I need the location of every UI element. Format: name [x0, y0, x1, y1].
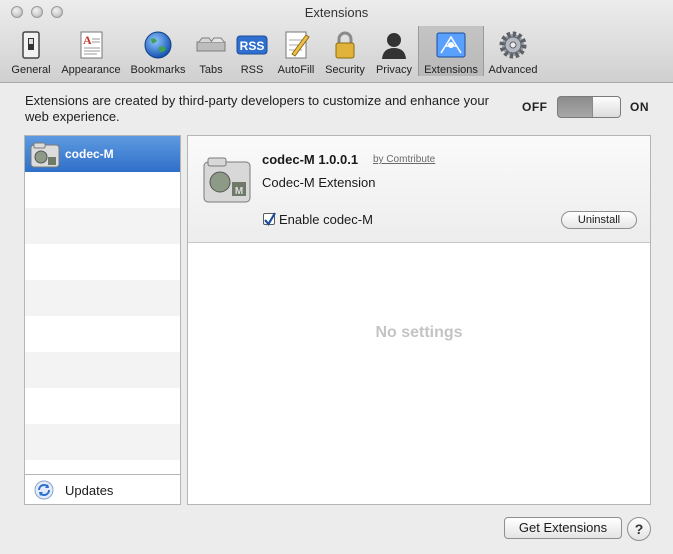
extension-detail-pane: M codec-M 1.0.0.1 by Comtribute Codec-M … [187, 135, 651, 505]
toolbar-item-security[interactable]: Security [320, 26, 370, 76]
extensions-icon [436, 32, 466, 58]
svg-text:RSS: RSS [240, 39, 265, 53]
extension-icon: M [203, 157, 251, 203]
switch-on-label: ON [630, 100, 649, 114]
tabs-icon [196, 37, 226, 52]
list-item [25, 424, 180, 460]
toolbar-item-appearance[interactable]: A Appearance [56, 26, 126, 76]
toggle-knob[interactable] [592, 97, 620, 117]
preferences-window: Extensions General A Appearance Bookmark… [0, 0, 673, 554]
toolbar-item-advanced[interactable]: Advanced [484, 26, 542, 76]
svg-text:M: M [235, 186, 243, 197]
person-silhouette-icon [382, 33, 406, 59]
titlebar: Extensions General A Appearance Bookmark… [0, 0, 673, 83]
rss-icon: RSS [236, 35, 268, 55]
toolbar-item-privacy[interactable]: Privacy [370, 26, 418, 76]
list-item [25, 244, 180, 280]
list-item[interactable]: codec-M [25, 136, 180, 172]
refresh-icon [34, 480, 54, 500]
enable-label[interactable]: Enable codec-M [279, 212, 373, 227]
lock-icon [335, 31, 355, 59]
get-extensions-button[interactable]: Get Extensions [504, 517, 622, 539]
gear-icon [499, 31, 527, 59]
extension-header: M codec-M 1.0.0.1 by Comtribute Codec-M … [188, 136, 650, 243]
extension-icon [30, 142, 60, 168]
developer-link[interactable]: by Comtribute [373, 154, 435, 165]
switch-off-label: OFF [522, 100, 548, 114]
intro-text: Extensions are created by third-party de… [25, 93, 489, 124]
help-button[interactable]: ? [627, 517, 651, 541]
pencil-form-icon [285, 31, 310, 59]
toolbar-item-bookmarks[interactable]: Bookmarks [126, 26, 190, 76]
svg-text:A: A [83, 33, 92, 47]
toolbar-item-general[interactable]: General [6, 26, 56, 76]
list-item [25, 388, 180, 424]
list-item [25, 316, 180, 352]
no-settings-text: No settings [375, 324, 463, 341]
list-item [25, 280, 180, 316]
extension-name: codec-M 1.0.0.1 [262, 152, 359, 167]
toolbar-item-rss[interactable]: RSS RSS [232, 26, 272, 76]
list-item [25, 460, 180, 474]
toolbar: General A Appearance Bookmarks Tabs RSS … [6, 26, 542, 80]
globe-icon [144, 31, 172, 59]
extensions-toggle[interactable] [557, 96, 621, 118]
toolbar-item-tabs[interactable]: Tabs [190, 26, 232, 76]
uninstall-button[interactable]: Uninstall [561, 211, 637, 229]
font-document-icon: A [80, 31, 103, 59]
toolbar-item-extensions[interactable]: Extensions [418, 26, 484, 76]
list-item [25, 172, 180, 208]
toolbar-item-autofill[interactable]: AutoFill [272, 26, 320, 76]
list-item-label: codec-M [65, 147, 114, 161]
extensions-list: codec-M [24, 135, 181, 475]
list-item [25, 352, 180, 388]
window-title: Extensions [304, 5, 369, 20]
enable-checkbox[interactable] [263, 212, 276, 226]
list-item [25, 208, 180, 244]
extension-description: Codec-M Extension [262, 175, 376, 190]
updates-button[interactable]: Updates [24, 474, 181, 505]
switch-icon [22, 31, 40, 59]
updates-label: Updates [65, 483, 114, 498]
checkmark-icon [264, 212, 276, 226]
